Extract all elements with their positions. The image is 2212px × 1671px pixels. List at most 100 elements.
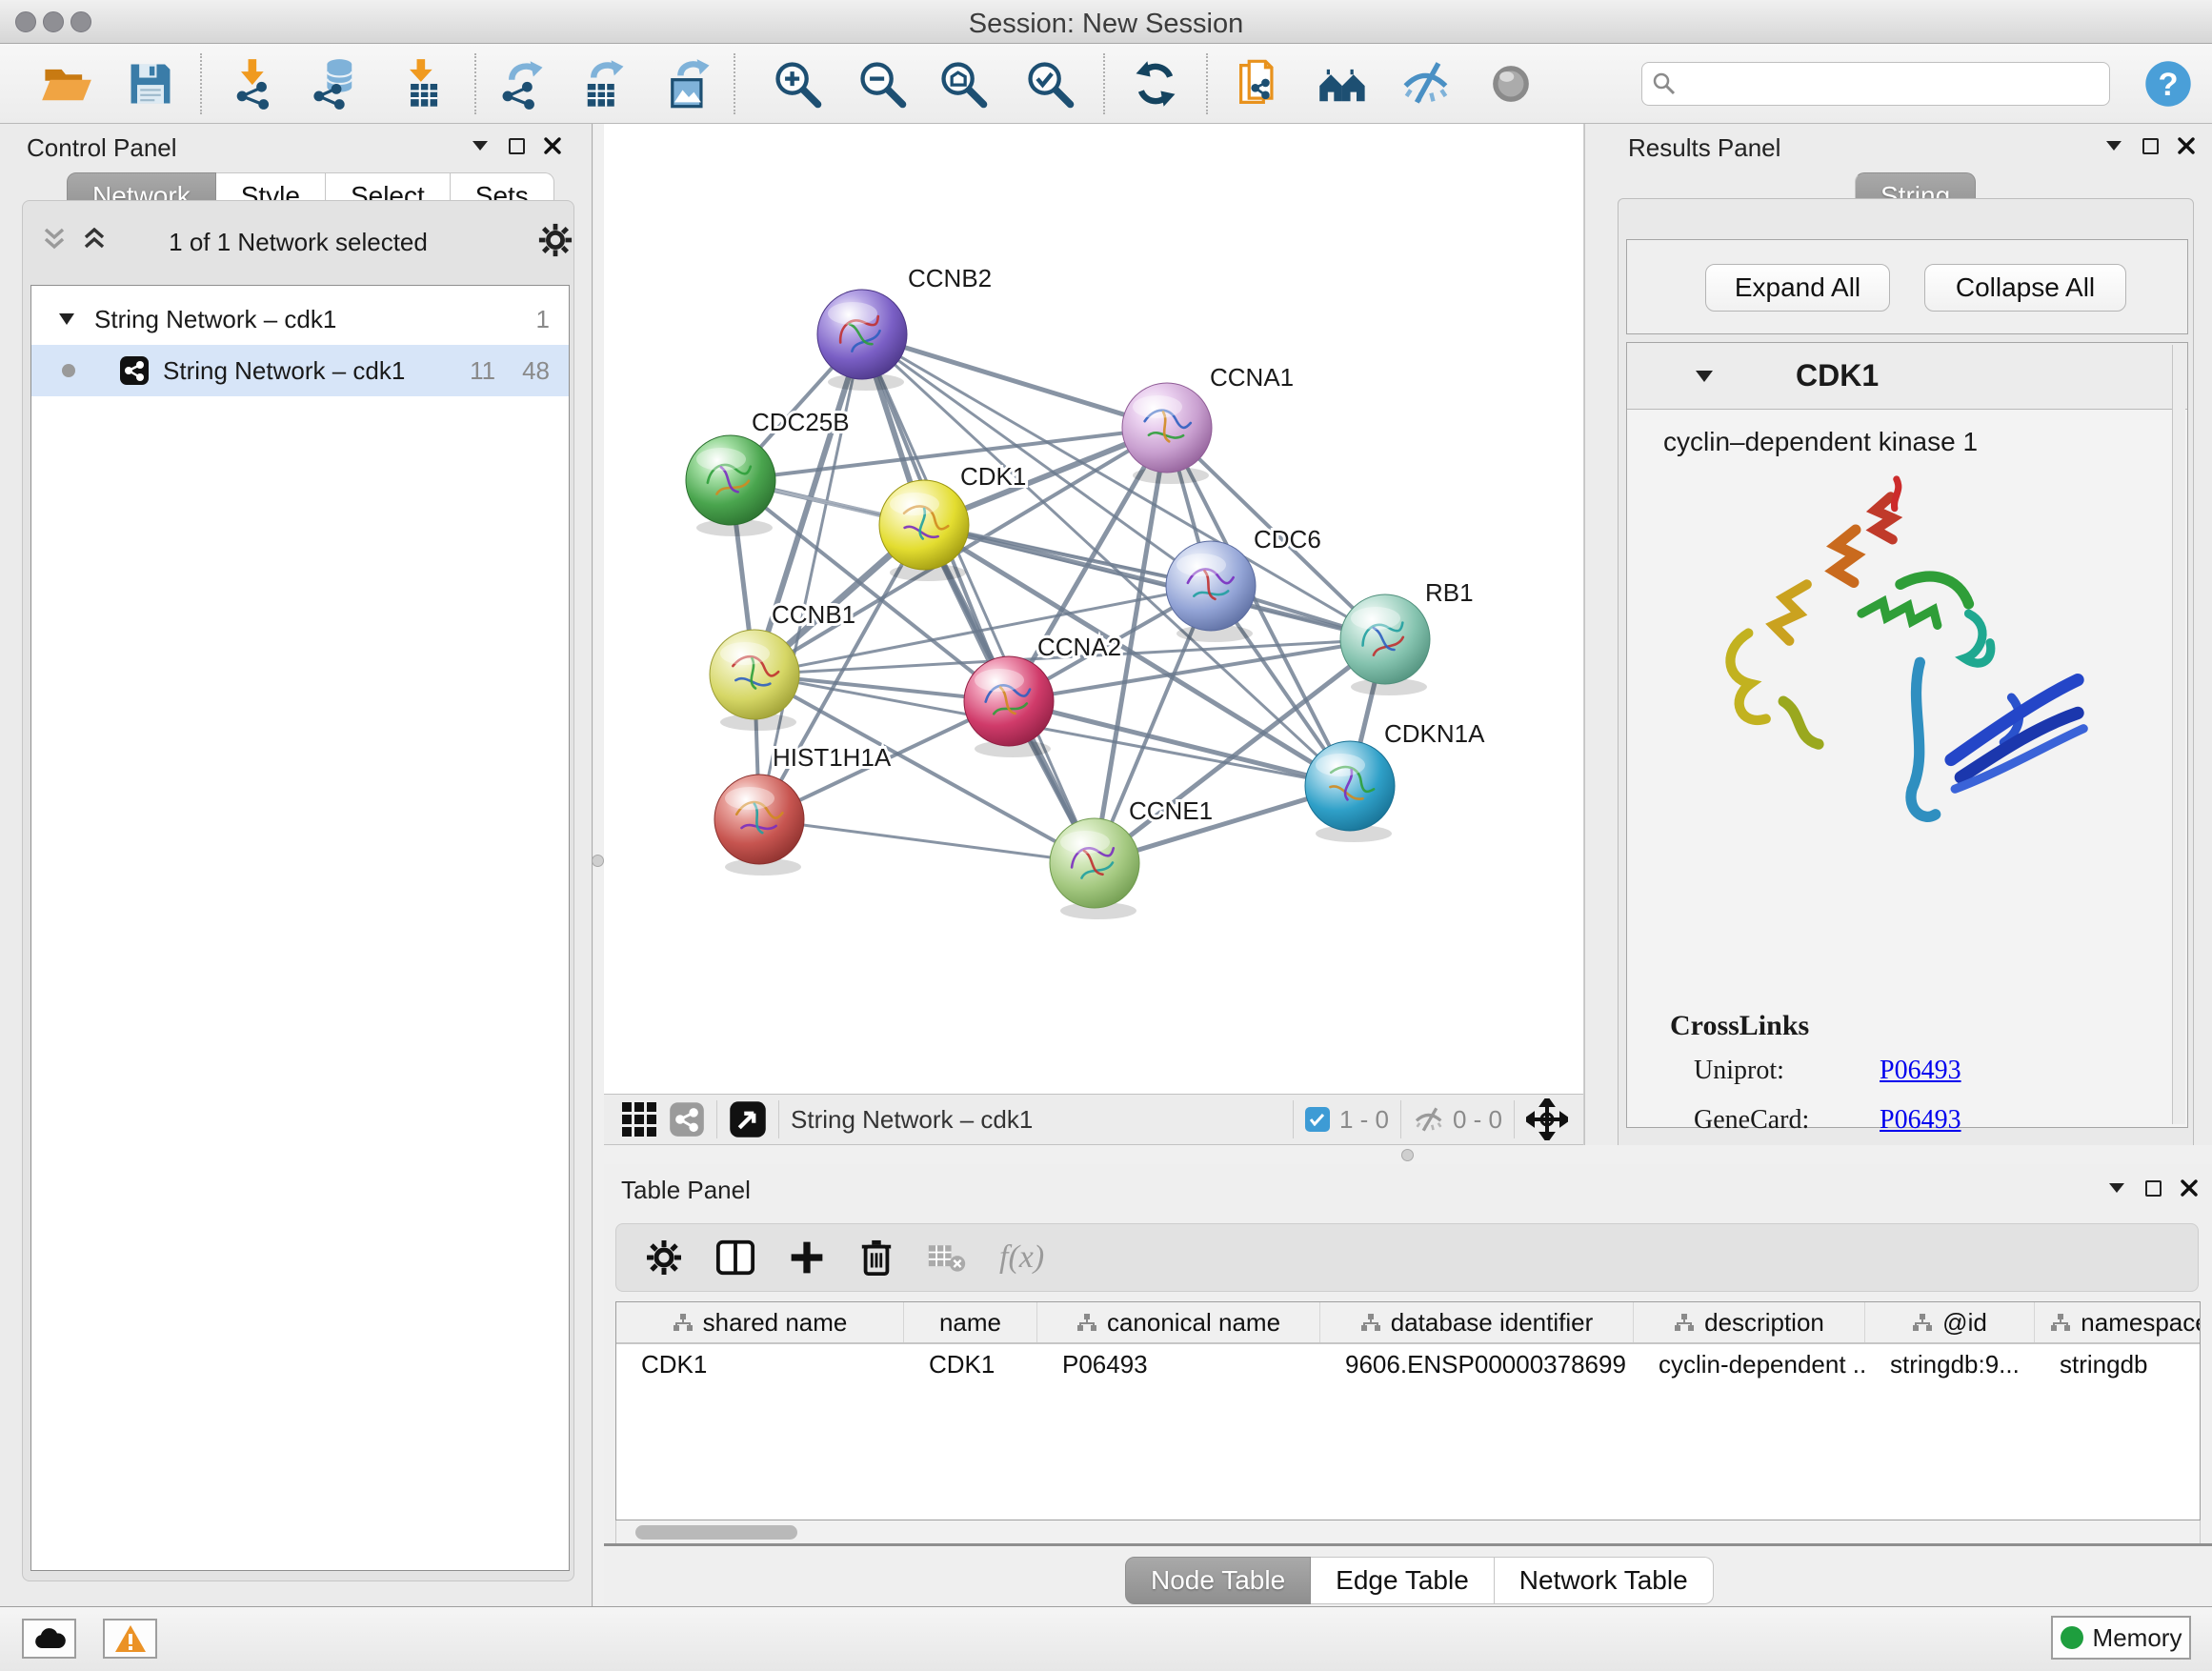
zoom-selected-icon[interactable] <box>1023 57 1076 111</box>
pan-crosshair-icon[interactable] <box>1526 1098 1568 1140</box>
expand-all-button[interactable]: Expand All <box>1705 264 1890 312</box>
close-panel-icon[interactable] <box>2181 1179 2198 1197</box>
network-options-gear-icon[interactable] <box>537 222 573 258</box>
collapse-panel-icon[interactable] <box>2104 139 2123 152</box>
close-panel-icon[interactable] <box>2178 137 2195 154</box>
open-session-icon[interactable] <box>40 57 93 111</box>
delete-column-icon[interactable] <box>858 1238 895 1278</box>
results-vertical-scrollbar[interactable] <box>2172 345 2185 1124</box>
table-cell[interactable]: CDK1 <box>904 1344 1037 1384</box>
network-list: String Network – cdk1 1 String Network –… <box>30 285 570 1571</box>
network-node-CCNE1[interactable] <box>1050 818 1139 919</box>
table-cell[interactable]: P06493 <box>1037 1344 1320 1384</box>
network-edge[interactable] <box>862 334 1167 428</box>
create-column-icon[interactable] <box>788 1238 826 1277</box>
collapse-panel-icon[interactable] <box>2107 1181 2126 1195</box>
network-node-HIST1H1A[interactable] <box>714 775 804 876</box>
gene-collapse-icon[interactable] <box>1694 369 1715 384</box>
column-header-namespace[interactable]: namespace <box>2035 1302 2201 1342</box>
hide-unhide-icon[interactable] <box>1399 57 1453 111</box>
import-network-file-icon[interactable] <box>228 57 281 111</box>
table-cell[interactable]: cyclin-dependent ... <box>1634 1344 1865 1384</box>
crosslink-link[interactable]: P06493 <box>1880 1105 1961 1136</box>
table-row[interactable]: CDK1CDK1P064939606.ENSP00000378699cyclin… <box>616 1344 2200 1384</box>
hidden-count: 0 - 0 <box>1453 1105 1502 1135</box>
tab-edge-table[interactable]: Edge Table <box>1311 1557 1495 1604</box>
splitter-handle[interactable] <box>1401 1149 1414 1161</box>
network-view-title: String Network – cdk1 <box>791 1105 1033 1135</box>
gene-header-row[interactable]: CDK1 <box>1627 343 2187 410</box>
splitter-handle[interactable] <box>592 855 604 867</box>
node-label-CCNB1: CCNB1 <box>772 600 855 629</box>
shared-column-icon <box>1912 1313 1933 1332</box>
grid-view-icon[interactable] <box>621 1101 657 1137</box>
home-icon[interactable] <box>1317 57 1370 111</box>
preview-orb-icon[interactable] <box>1484 57 1538 111</box>
network-collection-row[interactable]: String Network – cdk1 1 <box>31 293 569 345</box>
table-cell[interactable]: stringdb:9... <box>1865 1344 2035 1384</box>
tab-network-table[interactable]: Network Table <box>1495 1557 1714 1604</box>
crosslink-label: Uniprot: <box>1694 1056 1880 1086</box>
refresh-view-icon[interactable] <box>1129 57 1182 111</box>
search-input[interactable] <box>1677 70 2086 98</box>
search-field[interactable] <box>1641 62 2110 106</box>
table-horizontal-scrollbar[interactable] <box>615 1520 2201 1545</box>
network-edge[interactable] <box>759 819 1095 863</box>
network-row-selected[interactable]: String Network – cdk1 11 48 <box>31 345 569 396</box>
delete-table-icon <box>927 1241 967 1274</box>
tab-node-table[interactable]: Node Table <box>1125 1557 1311 1604</box>
close-panel-icon[interactable] <box>544 137 561 154</box>
selected-count: 1 - 0 <box>1339 1105 1389 1135</box>
export-image-icon[interactable] <box>662 57 715 111</box>
zoom-out-icon[interactable] <box>855 57 909 111</box>
control-panel: Control Panel NetworkStyleSelectSets 1 o… <box>0 124 593 1606</box>
memory-button[interactable]: Memory <box>2051 1616 2191 1660</box>
string-document-icon[interactable] <box>1233 57 1286 111</box>
column-header-database-identifier[interactable]: database identifier <box>1320 1302 1634 1342</box>
scrollbar-thumb[interactable] <box>635 1525 797 1540</box>
column-header-@id[interactable]: @id <box>1865 1302 2035 1342</box>
warning-button[interactable] <box>103 1619 157 1659</box>
table-cell[interactable]: stringdb <box>2035 1344 2201 1384</box>
crosslink-link[interactable]: P06493 <box>1880 1056 1961 1086</box>
warning-icon <box>114 1624 147 1653</box>
import-network-database-icon[interactable] <box>309 57 362 111</box>
strip-separator <box>1514 1100 1515 1138</box>
toolbar-separator <box>474 53 476 114</box>
selected-checkbox-icon[interactable] <box>1305 1107 1330 1132</box>
cloud-button[interactable] <box>22 1619 76 1659</box>
table-body: CDK1CDK1P064939606.ENSP00000378699cyclin… <box>616 1344 2200 1384</box>
table-cell[interactable]: 9606.ENSP00000378699 <box>1320 1344 1634 1384</box>
import-table-icon[interactable] <box>396 57 450 111</box>
network-edge[interactable] <box>862 334 1095 863</box>
network-node-CCNB1[interactable] <box>710 630 799 731</box>
collapse-panel-icon[interactable] <box>471 139 490 152</box>
column-header-description[interactable]: description <box>1634 1302 1865 1342</box>
column-header-shared-name[interactable]: shared name <box>616 1302 904 1342</box>
network-node-RB1[interactable] <box>1340 594 1430 695</box>
network-node-CDC25B[interactable] <box>686 435 775 536</box>
export-network-icon[interactable] <box>495 57 549 111</box>
float-panel-icon[interactable] <box>509 138 525 154</box>
collapse-all-button[interactable]: Collapse All <box>1924 264 2126 312</box>
zoom-fit-icon[interactable] <box>936 57 990 111</box>
table-cell[interactable]: CDK1 <box>616 1344 904 1384</box>
export-table-icon[interactable] <box>577 57 631 111</box>
network-canvas[interactable]: CCNB2CCNA1CDC25BCDK1CDC6RB1CCNB1CCNA2CDK… <box>604 124 1583 1094</box>
network-node-CCNB2[interactable] <box>817 290 907 391</box>
tree-expand-icon[interactable] <box>58 312 75 326</box>
column-header-name[interactable]: name <box>904 1302 1037 1342</box>
column-header-canonical-name[interactable]: canonical name <box>1037 1302 1320 1342</box>
network-view-mode-icon[interactable] <box>669 1101 705 1137</box>
float-panel-icon[interactable] <box>2142 138 2159 154</box>
help-icon[interactable]: ? <box>2142 57 2195 111</box>
network-node-CDKN1A[interactable] <box>1305 741 1395 842</box>
birdseye-view-icon[interactable] <box>729 1100 767 1138</box>
show-columns-icon[interactable] <box>715 1238 755 1278</box>
save-session-icon[interactable] <box>124 57 177 111</box>
network-node-CCNA1[interactable] <box>1122 383 1212 484</box>
gene-description: cyclin–dependent kinase 1 <box>1663 427 1978 457</box>
float-panel-icon[interactable] <box>2145 1180 2162 1197</box>
zoom-in-icon[interactable] <box>771 57 824 111</box>
table-options-gear-icon[interactable] <box>645 1238 683 1277</box>
